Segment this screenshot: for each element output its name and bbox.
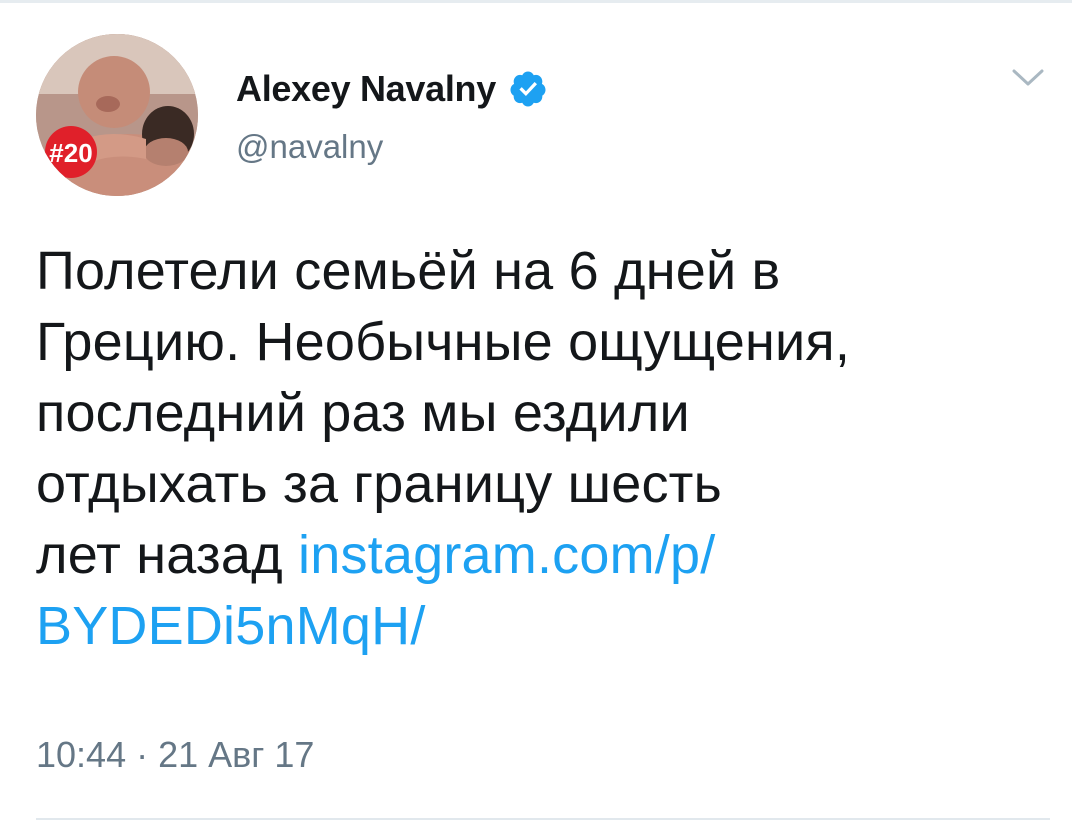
handle[interactable]: @navalny: [236, 128, 548, 166]
verified-badge-icon: [508, 69, 548, 109]
tweet-link-line: BYDEDi5nMqH/: [36, 591, 1046, 662]
chevron-down-icon[interactable]: [1008, 62, 1048, 92]
timestamp[interactable]: 10:44 · 21 Авг 17: [36, 734, 314, 776]
tweet-text-line: лет назад: [36, 525, 299, 585]
tweet-text-line-with-link: лет назад instagram.com/p/: [36, 520, 1046, 591]
bottom-divider: [36, 818, 1050, 820]
instagram-link[interactable]: instagram.com/p/: [298, 525, 715, 585]
tweet-text-line: Полетели семьёй на 6 дней в: [36, 241, 781, 301]
tweet-text-line: последний раз мы ездили: [36, 383, 690, 443]
avatar-badge-text: #20: [49, 138, 92, 168]
tweet-text: Полетели семьёй на 6 дней в Грецию. Необ…: [36, 236, 1046, 662]
avatar-image: #20: [36, 34, 198, 196]
top-divider: [0, 0, 1072, 3]
instagram-link-continued[interactable]: BYDEDi5nMqH/: [36, 596, 426, 656]
tweet-text-line: отдыхать за границу шесть: [36, 454, 722, 514]
name-row: Alexey Navalny: [236, 66, 548, 112]
display-name[interactable]: Alexey Navalny: [236, 68, 496, 110]
tweet-text-line: Грецию. Необычные ощущения,: [36, 312, 851, 372]
tweet-card: #20 Alexey Navalny @navalny Полетели сем…: [0, 0, 1072, 824]
author-block[interactable]: Alexey Navalny @navalny: [236, 66, 548, 166]
avatar[interactable]: #20: [36, 34, 198, 196]
